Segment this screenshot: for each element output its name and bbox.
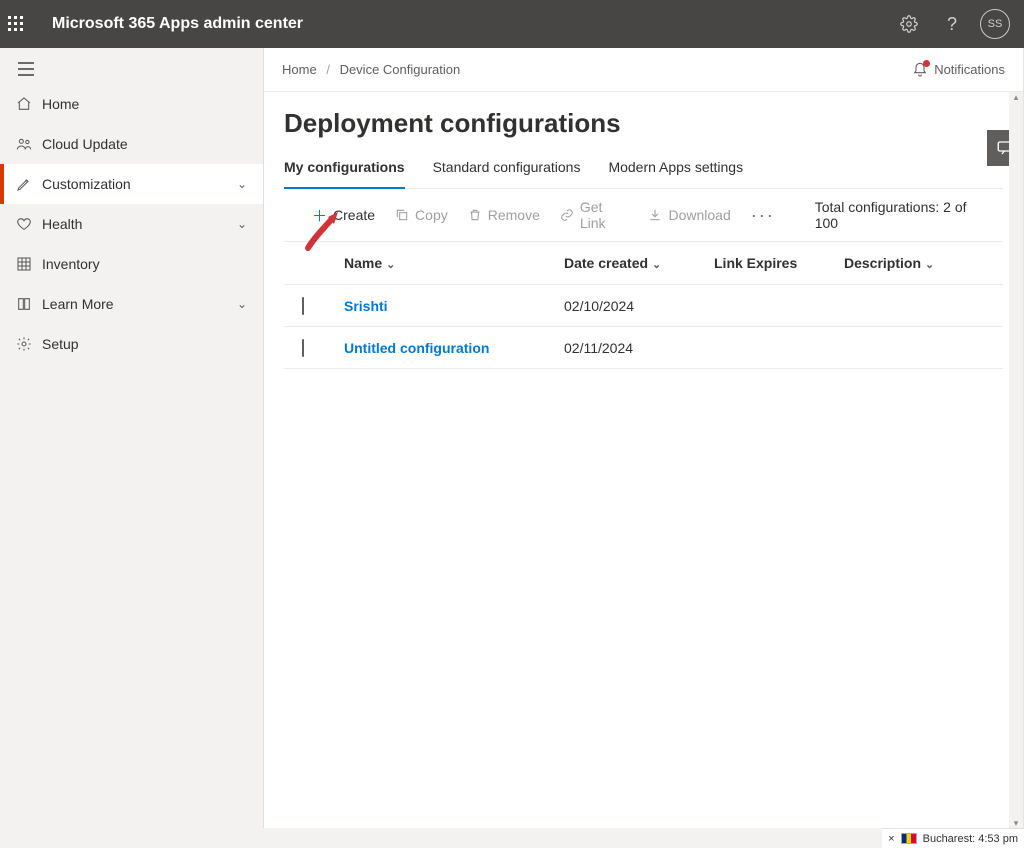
notifications-label: Notifications bbox=[934, 62, 1005, 77]
sort-icon: ⌄ bbox=[652, 259, 661, 271]
chevron-down-icon: ⌄ bbox=[237, 217, 247, 231]
row-checkbox[interactable] bbox=[302, 339, 304, 357]
nav-item-label: Learn More bbox=[42, 296, 237, 312]
scroll-down-icon[interactable]: ▾ bbox=[1012, 818, 1020, 828]
row-checkbox[interactable] bbox=[302, 297, 304, 315]
vertical-scrollbar[interactable]: ▴ ▾ bbox=[1009, 92, 1023, 828]
status-location: Bucharest: 4:53 pm bbox=[923, 833, 1018, 845]
trash-icon bbox=[468, 208, 482, 222]
table-header: Name⌄ Date created⌄ Link Expires Descrip… bbox=[284, 241, 1003, 285]
pencil-icon bbox=[16, 176, 42, 192]
row-date: 02/11/2024 bbox=[564, 340, 714, 356]
get-link-button: Get Link bbox=[560, 199, 629, 231]
table-row[interactable]: Srishti 02/10/2024 bbox=[284, 285, 1003, 327]
status-close-icon[interactable]: × bbox=[888, 833, 894, 845]
suite-right: ? SS bbox=[900, 9, 1016, 39]
col-date-created[interactable]: Date created⌄ bbox=[564, 255, 714, 271]
account-avatar[interactable]: SS bbox=[980, 9, 1010, 39]
cmd-label: Get Link bbox=[580, 199, 629, 231]
nav-collapse-icon[interactable] bbox=[0, 54, 263, 84]
nav-item-home[interactable]: Home bbox=[0, 84, 263, 124]
nav-item-setup[interactable]: Setup bbox=[0, 324, 263, 364]
plus-icon: ＋ bbox=[312, 205, 327, 226]
nav-item-label: Cloud Update bbox=[42, 136, 247, 152]
cmd-label: Copy bbox=[415, 207, 448, 223]
breadcrumb-home-link[interactable]: Home bbox=[282, 62, 317, 77]
row-name-link[interactable]: Srishti bbox=[344, 298, 564, 314]
col-link-expires[interactable]: Link Expires bbox=[714, 255, 844, 271]
scroll-up-icon[interactable]: ▴ bbox=[1012, 92, 1020, 102]
settings-icon[interactable] bbox=[900, 15, 924, 33]
flag-icon bbox=[901, 833, 917, 844]
tab-my-configurations[interactable]: My configurations bbox=[284, 149, 405, 189]
breadcrumb-sep: / bbox=[326, 62, 330, 77]
cmd-label: Remove bbox=[488, 207, 540, 223]
nav-item-label: Setup bbox=[42, 336, 247, 352]
left-nav: Home Cloud Update Customization ⌄ Health… bbox=[0, 48, 264, 828]
gear-icon bbox=[16, 336, 42, 352]
home-icon bbox=[16, 96, 42, 112]
chevron-down-icon: ⌄ bbox=[237, 297, 247, 311]
configurations-table: Name⌄ Date created⌄ Link Expires Descrip… bbox=[284, 241, 1003, 369]
table-row[interactable]: Untitled configuration 02/11/2024 bbox=[284, 327, 1003, 369]
cmd-label: Create bbox=[333, 207, 375, 223]
nav-item-label: Health bbox=[42, 216, 237, 232]
bell-icon bbox=[912, 62, 928, 78]
main-region: Home / Device Configuration Notification… bbox=[264, 48, 1024, 828]
suite-title: Microsoft 365 Apps admin center bbox=[52, 15, 900, 33]
remove-button: Remove bbox=[468, 207, 540, 223]
shell: Home Cloud Update Customization ⌄ Health… bbox=[0, 48, 1024, 828]
download-button: Download bbox=[648, 207, 730, 223]
notifications-button[interactable]: Notifications bbox=[912, 62, 1005, 78]
tab-modern-apps-settings[interactable]: Modern Apps settings bbox=[608, 149, 743, 188]
heart-icon bbox=[16, 216, 42, 232]
row-name-link[interactable]: Untitled configuration bbox=[344, 340, 564, 356]
cmd-label: Download bbox=[668, 207, 730, 223]
page-title: Deployment configurations bbox=[284, 108, 1003, 139]
total-configurations-label: Total configurations: 2 of 100 bbox=[815, 199, 1003, 231]
status-bar: × Bucharest: 4:53 pm bbox=[882, 828, 1024, 848]
col-name[interactable]: Name⌄ bbox=[344, 255, 564, 271]
chevron-down-icon: ⌄ bbox=[237, 177, 247, 191]
nav-item-customization[interactable]: Customization ⌄ bbox=[0, 164, 263, 204]
row-date: 02/10/2024 bbox=[564, 298, 714, 314]
nav-item-label: Inventory bbox=[42, 256, 247, 272]
copy-icon bbox=[395, 208, 409, 222]
tabs: My configurations Standard configuration… bbox=[284, 149, 1003, 189]
nav-item-learn-more[interactable]: Learn More ⌄ bbox=[0, 284, 263, 324]
create-button[interactable]: ＋ Create bbox=[312, 205, 375, 226]
page-content: Deployment configurations My configurati… bbox=[264, 92, 1023, 369]
more-commands-button[interactable]: ··· bbox=[751, 205, 775, 226]
breadcrumb-current: Device Configuration bbox=[340, 62, 461, 77]
nav-item-inventory[interactable]: Inventory bbox=[0, 244, 263, 284]
people-icon bbox=[16, 136, 42, 152]
nav-item-label: Customization bbox=[42, 176, 237, 192]
app-launcher-icon[interactable] bbox=[8, 16, 40, 32]
sort-icon: ⌄ bbox=[925, 259, 934, 271]
command-bar: ＋ Create Copy Remove Get Link Down bbox=[284, 189, 1003, 241]
link-icon bbox=[560, 208, 574, 222]
nav-item-cloud-update[interactable]: Cloud Update bbox=[0, 124, 263, 164]
col-description[interactable]: Description⌄ bbox=[844, 255, 994, 271]
breadcrumb-bar: Home / Device Configuration Notification… bbox=[264, 48, 1023, 92]
tab-standard-configurations[interactable]: Standard configurations bbox=[433, 149, 581, 188]
help-icon[interactable]: ? bbox=[940, 14, 964, 35]
grid-icon bbox=[16, 256, 42, 272]
suite-bar: Microsoft 365 Apps admin center ? SS bbox=[0, 0, 1024, 48]
book-icon bbox=[16, 296, 42, 312]
copy-button: Copy bbox=[395, 207, 448, 223]
breadcrumb: Home / Device Configuration bbox=[282, 62, 460, 77]
nav-item-health[interactable]: Health ⌄ bbox=[0, 204, 263, 244]
download-icon bbox=[648, 208, 662, 222]
sort-icon: ⌄ bbox=[386, 259, 395, 271]
nav-item-label: Home bbox=[42, 96, 247, 112]
